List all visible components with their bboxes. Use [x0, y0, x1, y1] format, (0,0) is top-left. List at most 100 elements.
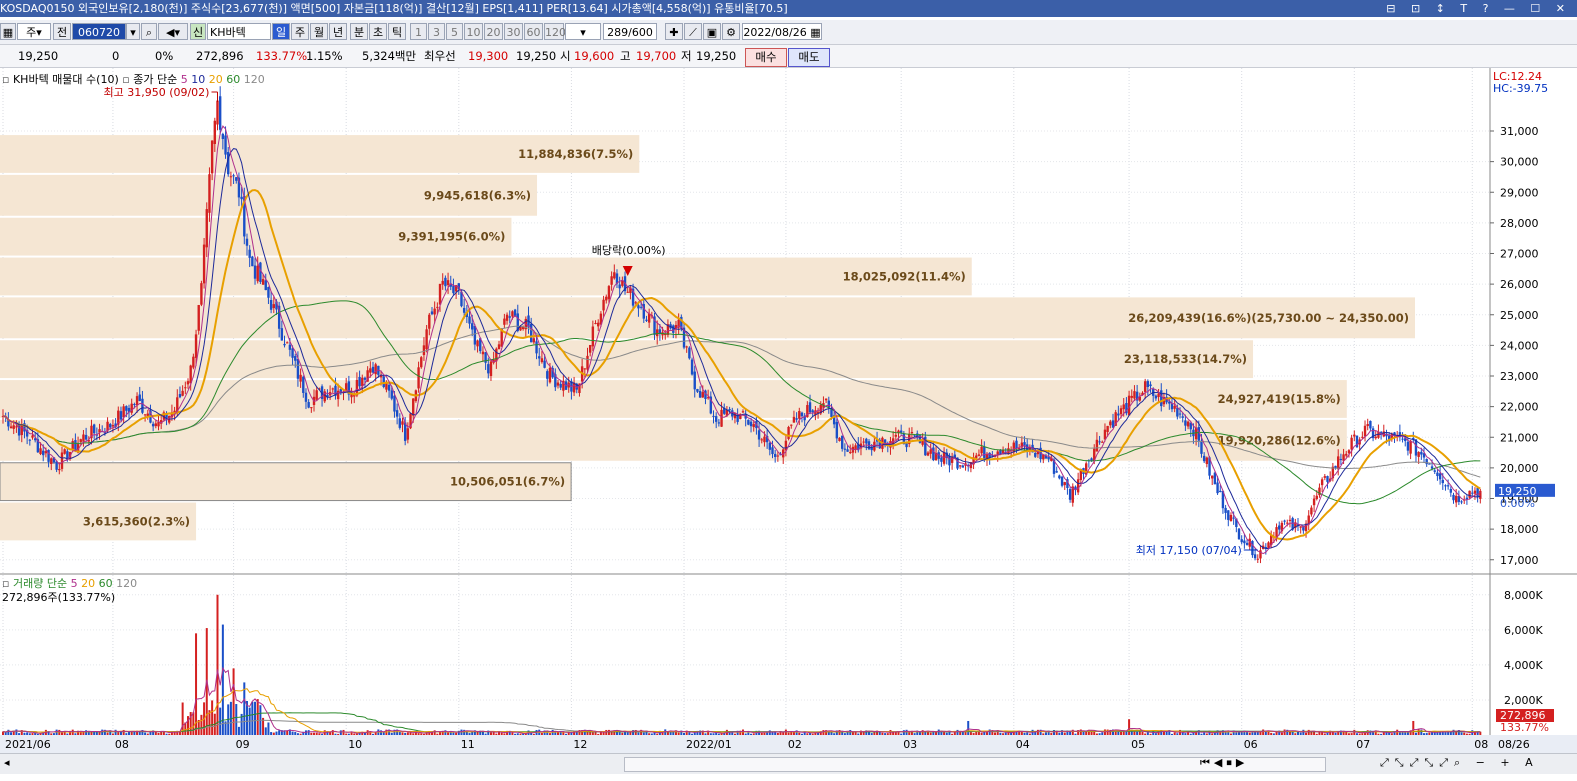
candle-body [792, 416, 796, 423]
buy-button[interactable]: 매수 [745, 48, 787, 67]
price-chart[interactable]: 2021/06 08 09 10 11 12 2022/01 02 03 04 05 06 07 08 17… [0, 68, 1577, 753]
candle-body [824, 398, 828, 401]
candle-body [1245, 542, 1249, 545]
add-indicator-icon[interactable]: ✚ [665, 23, 683, 40]
prev-button[interactable]: 전 [53, 23, 71, 40]
interval-3[interactable]: 3 [428, 23, 445, 40]
candle-body [186, 381, 190, 385]
date-value: 2022/08/26 [743, 26, 807, 39]
candle-body [607, 286, 611, 300]
candle-body [1320, 479, 1324, 486]
candle-body [1184, 420, 1187, 426]
volume-bar [286, 730, 289, 735]
candle-body [452, 285, 455, 294]
interval-60[interactable]: 60 [524, 23, 543, 40]
volume-bar [975, 731, 978, 735]
price-tick-label: 26,000 [1500, 278, 1539, 291]
period-year[interactable]: 년 [329, 23, 347, 40]
interval-5[interactable]: 5 [446, 23, 463, 40]
chevron-down-icon[interactable]: ▾ [126, 23, 140, 40]
interval-10[interactable]: 10 [464, 23, 483, 40]
candle-body [304, 392, 308, 402]
sell-button[interactable]: 매도 [788, 48, 830, 67]
candle-body [1312, 498, 1316, 506]
window-controls[interactable]: ⊟ ⊡ ↕ T ? — ☐ ✕ [1386, 0, 1571, 17]
legend-square-icon: ▫ [2, 73, 10, 86]
date-tick-label: 2022/01 [686, 738, 732, 751]
stock-code-input[interactable]: 060720 [72, 23, 126, 40]
candle-body [1326, 476, 1329, 482]
candle-body [1288, 519, 1292, 521]
chart-scrollbar[interactable]: ◂ ⏮◀⏹▶ ⤢⤡⤢⤡⤢⌕ − + A [0, 753, 1577, 774]
candle-body [39, 448, 42, 455]
interval-30[interactable]: 30 [504, 23, 523, 40]
interval-1[interactable]: 1 [410, 23, 427, 40]
sound-icon[interactable]: ◀▾ [158, 23, 188, 40]
volume-profile-bar [0, 257, 972, 296]
candle-body [210, 140, 214, 174]
volume-bar [404, 732, 407, 735]
volume-bar [31, 733, 34, 735]
period-select[interactable]: 주▾ [17, 23, 51, 40]
gear-icon[interactable]: ⚙ [722, 23, 740, 40]
save-icon[interactable]: ▣ [703, 23, 721, 40]
period-month[interactable]: 월 [310, 23, 328, 40]
volume-bar [1465, 733, 1468, 735]
candle-body [1133, 391, 1136, 399]
date-field[interactable]: 2022/08/26 ▦ [742, 23, 822, 40]
count-field[interactable]: 289/600 [603, 23, 657, 40]
volume-bar [1280, 732, 1283, 735]
volume-bar [1028, 733, 1031, 735]
candle-body [468, 316, 471, 324]
interval-select[interactable]: ▾ [565, 23, 601, 40]
candle-body [446, 280, 450, 286]
volume-bar [299, 733, 302, 735]
volume-bar [618, 732, 621, 735]
candle-body [1449, 488, 1453, 493]
search-icon[interactable]: ⌕ [141, 23, 157, 40]
candle-body [865, 438, 868, 444]
zoom-controls-icon[interactable]: ⤢⤡⤢⤡⤢⌕ − + A [1380, 756, 1539, 770]
candle-body [1452, 494, 1455, 501]
volume-bar [93, 732, 96, 735]
candle-body [538, 356, 541, 359]
volume-bar [406, 732, 409, 735]
window-title: KOSDAQ0150 외국인보유[2,180(천)] 주식수[23,677(천)… [0, 2, 788, 15]
layout-icon[interactable]: ▦ [0, 23, 16, 40]
period-day[interactable]: 일 [272, 23, 290, 40]
volume-bar [144, 732, 147, 735]
period-second[interactable]: 초 [369, 23, 387, 40]
volume-bar [945, 732, 948, 735]
candle-body [1476, 487, 1479, 498]
volume-bar [943, 731, 946, 735]
candle-body [1149, 384, 1152, 387]
candle-body [280, 328, 284, 341]
volume-bar [315, 732, 318, 735]
volume-bar [87, 731, 90, 735]
period-week[interactable]: 주 [291, 23, 309, 40]
candle-body [690, 359, 694, 375]
candle-body [1430, 466, 1434, 469]
volume-bar [7, 729, 10, 735]
period-tick[interactable]: 틱 [388, 23, 406, 40]
scroll-left-icon[interactable]: ◂ [4, 756, 10, 769]
candle-body [221, 133, 225, 139]
date-tick-label: 08 [1474, 738, 1488, 751]
stock-name[interactable]: KH바텍 [207, 23, 271, 40]
nav-controls-icon[interactable]: ⏮◀⏹▶ [1200, 756, 1248, 770]
interval-20[interactable]: 20 [484, 23, 503, 40]
candle-body [591, 326, 595, 347]
volume-bar [704, 733, 707, 735]
volume-bar [235, 704, 238, 735]
line-tool-icon[interactable]: ⟋ [684, 23, 702, 40]
candle-body [798, 411, 801, 419]
volume-bar [1063, 732, 1066, 735]
interval-120[interactable]: 120 [544, 23, 566, 40]
candle-body [1178, 413, 1182, 415]
price-tick-label: 17,000 [1500, 554, 1539, 567]
volume-bar [1313, 731, 1316, 735]
window-title-bar: KOSDAQ0150 외국인보유[2,180(천)] 주식수[23,677(천)… [0, 0, 1577, 17]
volume-bar [929, 732, 932, 735]
candle-body [1232, 517, 1235, 519]
period-minute[interactable]: 분 [350, 23, 368, 40]
